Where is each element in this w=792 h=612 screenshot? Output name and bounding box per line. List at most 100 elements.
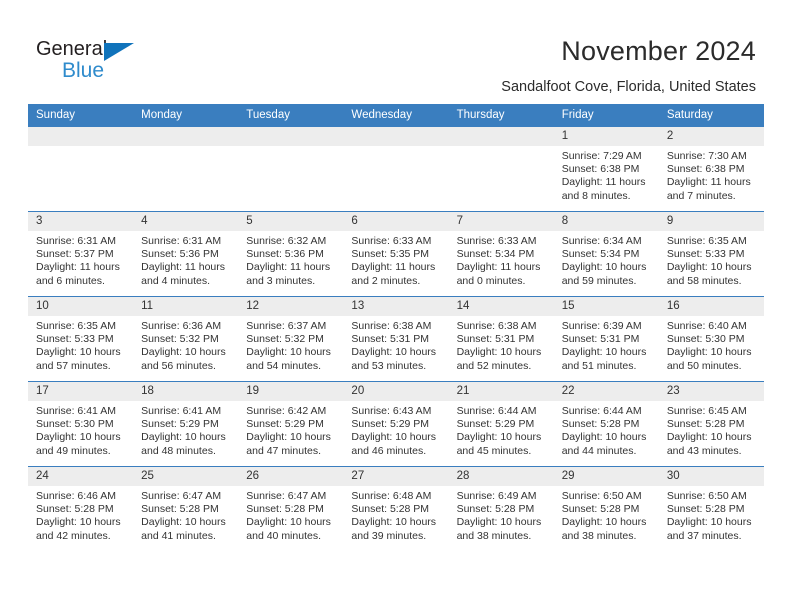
day-sun-info: Sunrise: 6:33 AM Sunset: 5:34 PM Daylight:… [449,231,554,288]
calendar-day-cell[interactable]: 11 Sunrise: 6:36 AM Sunset: 5:32 PM Dayligh… [133,296,239,382]
calendar-day-cell[interactable]: 21 Sunrise: 6:44 AM Sunset: 5:29 PM Dayligh… [448,381,554,467]
day-number: 17 [28,382,134,401]
calendar-day-cell[interactable]: 4 Sunrise: 6:31 AM Sunset: 5:36 PM Daylight… [133,211,239,297]
calendar-day-cell[interactable]: 14 Sunrise: 6:38 AM Sunset: 5:31 PM Dayligh… [448,296,554,382]
sunset-text: Sunset: 6:38 PM [666,163,745,176]
day-sun-info: Sunrise: 6:38 AM Sunset: 5:31 PM Daylight:… [449,316,554,373]
calendar-day-cell[interactable]: 2 Sunrise: 7:30 AM Sunset: 6:38 PM Daylight… [658,126,764,212]
weekday-header-friday: Friday [553,104,659,127]
sunrise-text: Sunrise: 6:44 AM [456,405,537,417]
sunset-text: Sunset: 5:31 PM [456,333,535,346]
daylight-text: Daylight: 10 hours and 41 minutes. [141,516,226,542]
sunrise-text: Sunrise: 6:41 AM [36,405,116,417]
day-sun-info: Sunrise: 6:50 AM Sunset: 5:28 PM Daylight:… [659,486,764,543]
calendar-day-cell[interactable]: 16 Sunrise: 6:40 AM Sunset: 5:30 PM Dayligh… [658,296,764,382]
day-number [238,127,344,146]
calendar-week-row: 24 Sunrise: 6:46 AM Sunset: 5:28 PM Dayligh… [28,466,764,551]
sunrise-text: Sunrise: 6:37 AM [246,320,327,332]
sunrise-text: Sunrise: 6:35 AM [36,320,116,332]
sunrise-text: Sunrise: 6:41 AM [141,405,222,417]
sunset-text: Sunset: 5:29 PM [456,418,535,431]
sunset-text: Sunset: 5:32 PM [141,333,219,346]
daylight-text: Daylight: 11 hours and 2 minutes. [351,261,436,287]
sunset-text: Sunset: 5:28 PM [351,503,430,516]
calendar-day-cell[interactable]: 3 Sunrise: 6:31 AM Sunset: 5:37 PM Daylight… [28,211,134,297]
weekday-header-row: Sunday Monday Tuesday Wednesday Thursday… [28,104,764,127]
day-number: 16 [658,297,764,316]
calendar-day-cell[interactable]: 22 Sunrise: 6:44 AM Sunset: 5:28 PM Dayligh… [553,381,659,467]
day-number: 29 [553,467,659,486]
calendar-day-cell[interactable]: 20 Sunrise: 6:43 AM Sunset: 5:29 PM Dayligh… [343,381,449,467]
daylight-text: Daylight: 10 hours and 39 minutes. [351,516,437,542]
sunrise-text: Sunrise: 6:46 AM [36,490,116,502]
day-sun-info: Sunrise: 6:33 AM Sunset: 5:35 PM Daylight:… [343,231,448,288]
daylight-text: Daylight: 10 hours and 58 minutes. [666,261,752,287]
weekday-header-tuesday: Tuesday [238,104,344,127]
daylight-text: Daylight: 11 hours and 6 minutes. [36,261,120,287]
weekday-header-monday: Monday [133,104,239,127]
calendar-day-cell[interactable]: 1 Sunrise: 7:29 AM Sunset: 6:38 PM Daylight… [553,126,659,212]
calendar-day-cell[interactable]: 19 Sunrise: 6:42 AM Sunset: 5:29 PM Dayligh… [238,381,344,467]
calendar-week-row: 10 Sunrise: 6:35 AM Sunset: 5:33 PM Dayligh… [28,296,764,382]
daylight-text: Daylight: 10 hours and 40 minutes. [246,516,331,542]
calendar-day-cell[interactable]: 26 Sunrise: 6:47 AM Sunset: 5:28 PM Dayligh… [238,466,344,551]
sunrise-text: Sunrise: 6:44 AM [561,405,642,417]
calendar-week-row: 3 Sunrise: 6:31 AM Sunset: 5:37 PM Daylight… [28,211,764,297]
calendar-day-cell[interactable]: 7 Sunrise: 6:33 AM Sunset: 5:34 PM Daylight… [448,211,554,297]
daylight-text: Daylight: 10 hours and 38 minutes. [456,516,542,542]
daylight-text: Daylight: 10 hours and 37 minutes. [666,516,752,542]
calendar-day-cell[interactable]: 13 Sunrise: 6:38 AM Sunset: 5:31 PM Dayligh… [343,296,449,382]
daylight-text: Daylight: 10 hours and 52 minutes. [456,346,542,372]
day-sun-info: Sunrise: 6:46 AM Sunset: 5:28 PM Daylight:… [28,486,133,543]
day-sun-info: Sunrise: 6:41 AM Sunset: 5:30 PM Daylight:… [28,401,133,458]
day-sun-info: Sunrise: 6:38 AM Sunset: 5:31 PM Daylight:… [343,316,448,373]
calendar-day-cell[interactable]: 28 Sunrise: 6:49 AM Sunset: 5:28 PM Dayligh… [448,466,554,551]
day-sun-info: Sunrise: 6:49 AM Sunset: 5:28 PM Daylight:… [449,486,554,543]
sunset-text: Sunset: 5:34 PM [561,248,640,261]
calendar-day-cell[interactable]: 15 Sunrise: 6:39 AM Sunset: 5:31 PM Dayligh… [553,296,659,382]
sunset-text: Sunset: 5:28 PM [666,418,745,431]
sunrise-text: Sunrise: 6:35 AM [666,235,747,247]
sunset-text: Sunset: 5:30 PM [36,418,114,431]
weekday-header-sunday: Sunday [28,104,134,127]
calendar-day-cell[interactable]: 9 Sunrise: 6:35 AM Sunset: 5:33 PM Daylight… [658,211,764,297]
calendar-day-cell[interactable]: 18 Sunrise: 6:41 AM Sunset: 5:29 PM Dayligh… [133,381,239,467]
day-sun-info: Sunrise: 6:39 AM Sunset: 5:31 PM Daylight:… [554,316,659,373]
calendar-day-cell[interactable]: 29 Sunrise: 6:50 AM Sunset: 5:28 PM Dayligh… [553,466,659,551]
sunrise-text: Sunrise: 6:33 AM [351,235,432,247]
calendar-day-cell[interactable]: 25 Sunrise: 6:47 AM Sunset: 5:28 PM Dayligh… [133,466,239,551]
sunset-text: Sunset: 5:28 PM [561,503,640,516]
day-number: 4 [133,212,239,231]
calendar-day-cell-empty [28,126,134,212]
daylight-text: Daylight: 10 hours and 42 minutes. [36,516,121,542]
day-sun-info: Sunrise: 6:42 AM Sunset: 5:29 PM Daylight:… [238,401,343,458]
calendar-day-cell[interactable]: 6 Sunrise: 6:33 AM Sunset: 5:35 PM Daylight… [343,211,449,297]
sunset-text: Sunset: 5:36 PM [141,248,219,261]
calendar-day-cell[interactable]: 17 Sunrise: 6:41 AM Sunset: 5:30 PM Dayligh… [28,381,134,467]
sunrise-text: Sunrise: 6:48 AM [351,490,432,502]
sunrise-text: Sunrise: 6:40 AM [666,320,747,332]
calendar-day-cell[interactable]: 23 Sunrise: 6:45 AM Sunset: 5:28 PM Dayligh… [658,381,764,467]
sunset-text: Sunset: 6:38 PM [561,163,640,176]
calendar-day-cell[interactable]: 5 Sunrise: 6:32 AM Sunset: 5:36 PM Daylight… [238,211,344,297]
day-sun-info: Sunrise: 6:50 AM Sunset: 5:28 PM Daylight:… [554,486,659,543]
calendar-day-cell[interactable]: 12 Sunrise: 6:37 AM Sunset: 5:32 PM Dayligh… [238,296,344,382]
daylight-text: Daylight: 11 hours and 4 minutes. [141,261,225,287]
daylight-text: Daylight: 11 hours and 8 minutes. [561,176,646,202]
sunset-text: Sunset: 5:36 PM [246,248,324,261]
calendar-day-cell[interactable]: 24 Sunrise: 6:46 AM Sunset: 5:28 PM Dayligh… [28,466,134,551]
calendar-day-cell[interactable]: 30 Sunrise: 6:50 AM Sunset: 5:28 PM Dayligh… [658,466,764,551]
calendar-day-cell[interactable]: 27 Sunrise: 6:48 AM Sunset: 5:28 PM Dayligh… [343,466,449,551]
calendar-day-cell[interactable]: 10 Sunrise: 6:35 AM Sunset: 5:33 PM Dayligh… [28,296,134,382]
weekday-header-saturday: Saturday [658,104,764,127]
weekday-header-thursday: Thursday [448,104,554,127]
day-number: 8 [553,212,659,231]
day-number: 10 [28,297,134,316]
calendar-page: General Blue November 2024 Sandalfoot Co… [0,0,792,612]
daylight-text: Daylight: 10 hours and 43 minutes. [666,431,752,457]
sunset-text: Sunset: 5:32 PM [246,333,324,346]
day-number: 19 [238,382,344,401]
calendar-day-cell[interactable]: 8 Sunrise: 6:34 AM Sunset: 5:34 PM Daylight… [553,211,659,297]
sunrise-text: Sunrise: 6:47 AM [141,490,222,502]
day-number: 24 [28,467,134,486]
